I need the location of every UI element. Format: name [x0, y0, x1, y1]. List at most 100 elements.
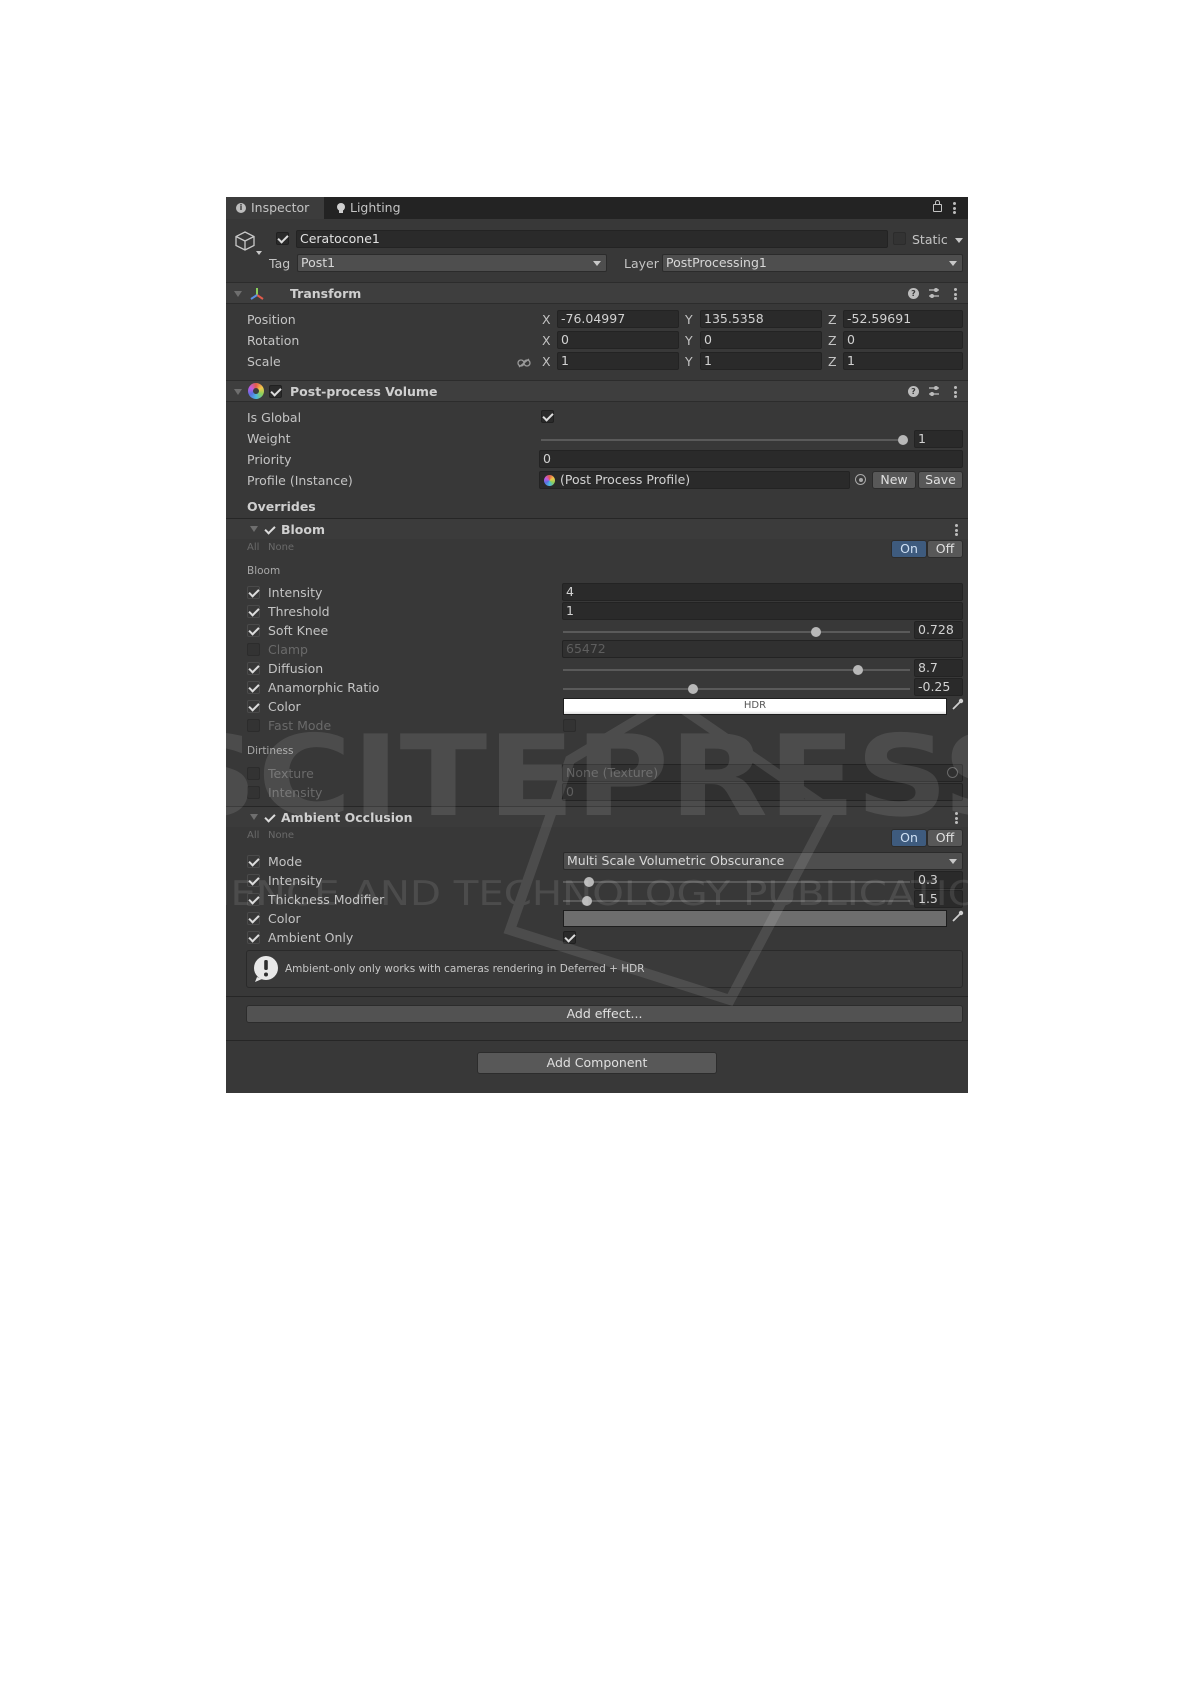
anamorphic-ratio-slider-track[interactable] [563, 688, 910, 690]
ao-intensity-slider-knob[interactable] [584, 877, 595, 887]
diffusion-slider-knob[interactable] [852, 665, 863, 675]
bloom-menu-icon[interactable] [955, 524, 958, 536]
ao-none-toggle[interactable]: None [268, 828, 294, 844]
eyedropper-icon[interactable] [951, 910, 964, 923]
position-y-field[interactable]: 135.5358 [700, 310, 822, 328]
ao-color-checkbox[interactable] [247, 912, 260, 925]
ao-mode-dropdown[interactable]: Multi Scale Volumetric Obscurance [563, 852, 963, 870]
clamp-checkbox[interactable] [247, 643, 260, 656]
scale-y-field[interactable]: 1 [700, 352, 822, 370]
weight-field[interactable]: 1 [914, 430, 963, 448]
thickness-modifier-slider-track[interactable] [563, 900, 910, 902]
rotation-y-field[interactable]: 0 [700, 331, 822, 349]
bloom-none-toggle[interactable]: None [268, 540, 294, 556]
texture-checkbox[interactable] [247, 767, 260, 780]
profile-object-field[interactable]: (Post Process Profile) [539, 471, 850, 489]
help-icon[interactable]: ? [908, 288, 919, 299]
object-picker-icon[interactable] [947, 767, 958, 778]
bloom-header[interactable] [226, 519, 968, 539]
priority-field[interactable]: 0 [539, 450, 963, 468]
static-dropdown-caret[interactable] [955, 238, 963, 243]
dirt-intensity-label: Intensity [268, 785, 323, 800]
add-effect-button[interactable]: Add effect... [246, 1005, 963, 1023]
ao-menu-icon[interactable] [955, 812, 958, 824]
anamorphic-ratio-slider-knob[interactable] [688, 684, 699, 694]
new-profile-button[interactable]: New [872, 471, 916, 489]
add-component-button[interactable]: Add Component [477, 1052, 717, 1074]
bloom-threshold-checkbox[interactable] [247, 605, 260, 618]
tag-dropdown[interactable]: Post1 [297, 254, 607, 272]
transform-foldout-icon[interactable] [234, 291, 242, 297]
bloom-intensity-field[interactable]: 4 [562, 583, 963, 601]
volume-menu-icon[interactable] [954, 386, 957, 398]
ao-all-toggle[interactable]: All [247, 828, 259, 844]
object-picker-icon[interactable] [855, 474, 866, 485]
weight-slider-knob[interactable] [898, 435, 908, 445]
bloom-foldout-icon[interactable] [250, 526, 258, 532]
bloom-on-button[interactable]: On [891, 540, 927, 558]
bloom-all-toggle[interactable]: All [247, 540, 259, 556]
volume-enabled-checkbox[interactable] [269, 385, 282, 398]
rotation-x-field[interactable]: 0 [557, 331, 679, 349]
anamorphic-ratio-field[interactable]: -0.25 [914, 678, 963, 696]
position-z-field[interactable]: -52.59691 [843, 310, 963, 328]
fast-mode-checkbox[interactable] [247, 719, 260, 732]
presets-sliders-icon[interactable] [928, 385, 940, 397]
bloom-intensity-checkbox[interactable] [247, 586, 260, 599]
position-x-field[interactable]: -76.04997 [557, 310, 679, 328]
eyedropper-icon[interactable] [951, 698, 964, 711]
cube-dropdown-caret[interactable] [256, 251, 262, 255]
anamorphic-ratio-checkbox[interactable] [247, 681, 260, 694]
soft-knee-slider-track[interactable] [563, 631, 910, 633]
scale-x-field[interactable]: 1 [557, 352, 679, 370]
texture-object-field[interactable]: None (Texture) [562, 764, 963, 782]
diffusion-field[interactable]: 8.7 [914, 659, 963, 677]
thickness-modifier-checkbox[interactable] [247, 893, 260, 906]
rotation-z-field[interactable]: 0 [843, 331, 963, 349]
ao-off-button[interactable]: Off [927, 829, 963, 847]
weight-slider-track[interactable] [541, 439, 903, 441]
bloom-threshold-field[interactable]: 1 [562, 602, 963, 620]
tab-lighting[interactable]: Lighting [325, 197, 415, 219]
dirt-intensity-checkbox[interactable] [247, 786, 260, 799]
ao-foldout-icon[interactable] [250, 814, 258, 820]
dirt-intensity-field[interactable]: 0 [562, 783, 963, 801]
tab-inspector[interactable]: i Inspector [226, 197, 324, 219]
ambient-only-checkbox[interactable] [247, 931, 260, 944]
ao-intensity-checkbox[interactable] [247, 874, 260, 887]
ao-intensity-slider-track[interactable] [563, 881, 910, 883]
bloom-color-swatch[interactable]: HDR [563, 698, 947, 715]
presets-sliders-icon[interactable] [928, 287, 940, 299]
bloom-enabled-checkbox[interactable] [263, 523, 276, 536]
scale-z-field[interactable]: 1 [843, 352, 963, 370]
soft-knee-field[interactable]: 0.728 [914, 621, 963, 639]
bloom-color-checkbox[interactable] [247, 700, 260, 713]
lock-icon[interactable] [933, 204, 942, 212]
constrain-proportions-link-icon[interactable] [517, 356, 531, 368]
bloom-off-button[interactable]: Off [927, 540, 963, 558]
clamp-field[interactable]: 65472 [562, 640, 963, 658]
diffusion-checkbox[interactable] [247, 662, 260, 675]
soft-knee-checkbox[interactable] [247, 624, 260, 637]
is-global-checkbox[interactable] [541, 410, 554, 423]
ao-on-button[interactable]: On [891, 829, 927, 847]
ao-color-swatch[interactable] [563, 910, 947, 927]
fast-mode-value-checkbox[interactable] [563, 719, 576, 732]
layer-dropdown[interactable]: PostProcessing1 [662, 254, 963, 272]
object-active-checkbox[interactable] [276, 232, 289, 245]
ao-intensity-field[interactable]: 0.3 [914, 871, 963, 889]
ao-mode-checkbox[interactable] [247, 855, 260, 868]
help-icon[interactable]: ? [908, 386, 919, 397]
volume-foldout-icon[interactable] [234, 389, 242, 395]
inspector-panel: i Inspector Lighting Ceratocone1 Static … [226, 197, 968, 1093]
thickness-modifier-field[interactable]: 1.5 [914, 890, 963, 908]
save-profile-button[interactable]: Save [918, 471, 963, 489]
soft-knee-slider-knob[interactable] [810, 627, 821, 637]
thickness-modifier-slider-knob[interactable] [582, 896, 593, 906]
static-checkbox[interactable] [893, 232, 906, 245]
ambient-only-value-checkbox[interactable] [563, 931, 576, 944]
object-name-field[interactable]: Ceratocone1 [296, 230, 888, 248]
transform-menu-icon[interactable] [954, 288, 957, 300]
ao-enabled-checkbox[interactable] [263, 811, 276, 824]
tab-menu-icon[interactable] [953, 202, 956, 214]
